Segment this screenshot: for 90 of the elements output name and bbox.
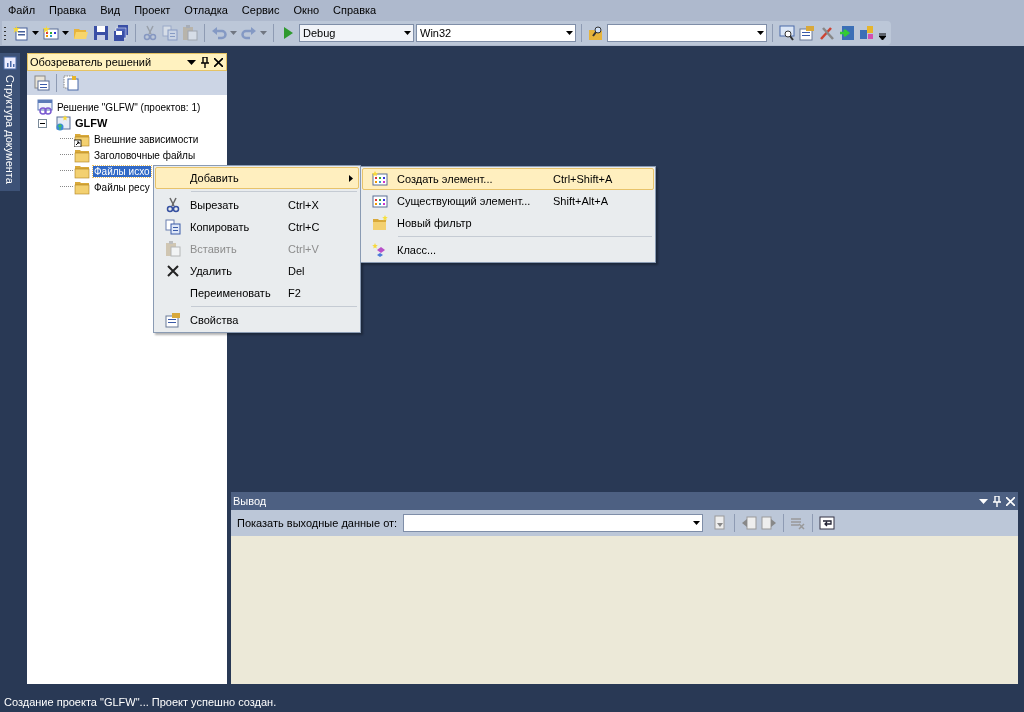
word-wrap-button[interactable] [818, 514, 837, 532]
window-position-icon[interactable] [979, 498, 988, 504]
menu-item[interactable]: Вырезать Ctrl+X [155, 194, 359, 216]
menu-item[interactable]: Новый фильтр [362, 212, 654, 234]
shortcut-folder-icon [74, 131, 90, 147]
menu-item[interactable]: Класс... [362, 239, 654, 261]
new-project-button[interactable] [12, 24, 30, 42]
save-icon [93, 25, 109, 41]
properties-icon [165, 312, 181, 328]
properties-icon [799, 25, 815, 41]
dropdown-field[interactable] [607, 24, 767, 42]
dropdown-arrow-icon[interactable] [754, 31, 766, 35]
window-search-icon [779, 25, 795, 41]
dropdown-arrow-icon[interactable] [32, 28, 40, 38]
menu-item[interactable]: Сервис [234, 2, 287, 18]
previous-message-button[interactable] [740, 514, 759, 532]
tree-item[interactable]: Файлы ресу [93, 181, 151, 193]
dropdown-field[interactable] [403, 514, 704, 532]
delete-icon [165, 263, 181, 279]
copy-icon [162, 25, 178, 41]
panel-title: Вывод [233, 495, 268, 507]
grid-item-icon [372, 193, 388, 209]
dropdown-arrow-icon[interactable] [401, 31, 413, 35]
folder-icon [74, 147, 90, 163]
show-all-files-button[interactable] [62, 74, 80, 92]
add-item-icon [43, 25, 59, 41]
menu-item[interactable]: Копировать Ctrl+C [155, 216, 359, 238]
menu-item[interactable]: Удалить Del [155, 260, 359, 282]
menu-item[interactable]: Отладка [177, 2, 235, 18]
tree-item[interactable]: Внешние зависимости [93, 133, 200, 145]
project-icon [55, 115, 71, 131]
solution-icon [37, 99, 53, 115]
scissors-icon [165, 197, 181, 213]
next-message-icon [761, 515, 778, 531]
tree-item[interactable]: GLFW [74, 117, 109, 129]
menu-item[interactable]: Добавить [155, 167, 359, 189]
import-button[interactable] [838, 24, 856, 42]
dropdown-arrow-icon[interactable] [563, 31, 575, 35]
add-item-button[interactable] [42, 24, 60, 42]
find-in-files-icon [588, 25, 604, 41]
paste-icon [182, 25, 198, 41]
tree-item[interactable]: Решение "GLFW" (проектов: 1) [56, 101, 202, 113]
dropdown-arrow-icon[interactable] [62, 28, 70, 38]
pin-icon[interactable] [201, 56, 209, 68]
menu-item[interactable]: Справка [326, 2, 384, 18]
folder-icon [74, 163, 90, 179]
menu-item[interactable]: Правка [42, 2, 94, 18]
field-label: Показать выходные данные от: [237, 517, 398, 529]
dropdown-arrow-icon[interactable] [690, 521, 703, 525]
paste-icon [165, 241, 181, 257]
show-all-files-icon [63, 75, 79, 91]
panel-title: Обозреватель решений [30, 56, 153, 68]
properties-button[interactable] [33, 74, 51, 92]
menu-item[interactable]: Свойства [155, 309, 359, 331]
dropdown-field[interactable]: Debug [299, 24, 414, 42]
copy-icon [165, 219, 181, 235]
clear-all-icon [790, 515, 807, 531]
close-icon[interactable] [214, 57, 223, 67]
scissors-icon [142, 25, 158, 41]
undo-icon [211, 25, 227, 41]
window-position-icon[interactable] [187, 59, 196, 65]
menu-item[interactable]: Файл [1, 2, 43, 18]
redo-icon [241, 25, 257, 41]
collapse-icon[interactable] [38, 118, 47, 128]
document-outline-icon [2, 55, 18, 71]
find-in-files-button[interactable] [587, 24, 605, 42]
window-search-button[interactable] [778, 24, 796, 42]
status-text: Создание проекта "GLFW"... Проект успешно создан. [4, 696, 277, 708]
word-wrap-icon [819, 515, 836, 531]
previous-message-icon [741, 515, 758, 531]
import-icon [839, 25, 855, 41]
menu-item[interactable]: Существующий элемент... Shift+Alt+A [362, 190, 654, 212]
tree-item[interactable]: Заголовочные файлы [93, 149, 197, 161]
properties-icon [34, 75, 50, 91]
save-all-icon [113, 25, 129, 41]
save-all-button[interactable] [112, 24, 130, 42]
folder-icon [74, 179, 90, 195]
menu-item[interactable]: Вид [93, 2, 128, 18]
menu-item[interactable]: Проект [127, 2, 178, 18]
tree-item[interactable]: Файлы исхо [93, 165, 151, 177]
menu-item[interactable]: Создать элемент... Ctrl+Shift+A [362, 168, 654, 190]
new-project-icon [13, 25, 29, 41]
new-folder-icon [372, 215, 388, 231]
menu-item[interactable]: Окно [286, 2, 327, 18]
properties-button[interactable] [798, 24, 816, 42]
menu-item[interactable]: Переименовать F2 [155, 282, 359, 304]
save-button[interactable] [92, 24, 110, 42]
tools-icon [819, 25, 835, 41]
dropdown-field[interactable]: Win32 [416, 24, 576, 42]
add-item-icon [372, 171, 388, 187]
